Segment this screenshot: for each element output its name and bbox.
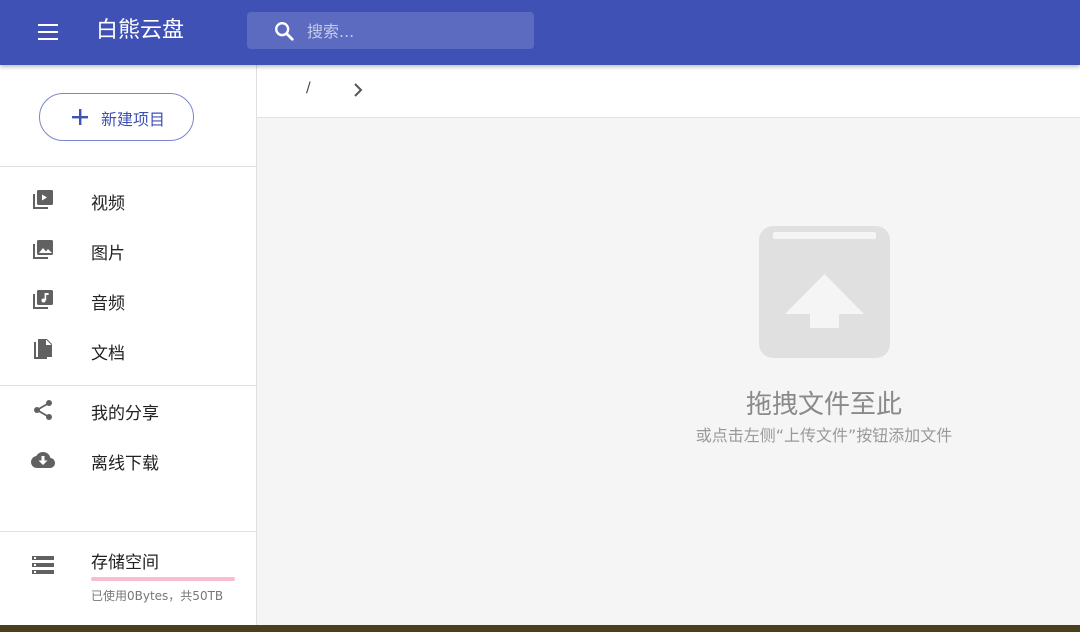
sidebar-item-label: 音频	[91, 294, 125, 314]
app-title: 白熊云盘	[96, 18, 185, 43]
photo-library-icon	[33, 240, 53, 259]
storage-icon	[32, 556, 54, 574]
breadcrumb-root[interactable]: /	[306, 80, 311, 96]
storage-progress-bar	[91, 577, 235, 581]
divider	[0, 531, 256, 532]
sidebar-item-label: 离线下载	[91, 454, 159, 474]
storage-usage-text: 已使用0Bytes，共50TB	[91, 589, 224, 603]
new-item-label: 新建项目	[101, 110, 166, 129]
sidebar-item-images[interactable]: 图片	[0, 225, 256, 275]
sidebar-item-label: 我的分享	[91, 404, 159, 424]
search-bar[interactable]	[247, 12, 534, 49]
chevron-right-icon[interactable]	[349, 81, 367, 99]
sidebar-item-offline-download[interactable]: 离线下载	[0, 435, 256, 485]
sidebar-item-my-shares[interactable]: 我的分享	[0, 385, 256, 435]
new-item-button[interactable]: 新建项目	[39, 93, 194, 141]
sidebar-item-label: 文档	[91, 344, 125, 364]
menu-icon[interactable]	[32, 20, 64, 44]
search-icon	[275, 22, 294, 41]
sidebar: 新建项目 视频 图片 音频 文档 我的分享 离线下载 存储空间 已使用0Byte…	[0, 65, 257, 625]
app-bar: 白熊云盘	[0, 0, 1080, 65]
video-library-icon	[33, 190, 53, 209]
upload-box-icon	[759, 226, 890, 358]
empty-state-subtitle: 或点击左侧“上传文件”按钮添加文件	[695, 426, 953, 445]
cloud-download-icon	[31, 451, 55, 468]
sidebar-item-audio[interactable]: 音频	[0, 275, 256, 325]
music-library-icon	[33, 290, 53, 309]
search-input[interactable]	[305, 18, 529, 44]
share-icon	[34, 400, 52, 420]
bottom-strip	[0, 625, 1080, 632]
divider	[0, 166, 256, 167]
sidebar-item-label: 图片	[91, 244, 125, 264]
sidebar-item-label: 视频	[91, 194, 125, 214]
plus-icon	[72, 109, 88, 125]
empty-state-title: 拖拽文件至此	[745, 390, 902, 420]
storage-title: 存储空间	[91, 553, 159, 573]
breadcrumb: /	[257, 65, 1080, 118]
sidebar-item-documents[interactable]: 文档	[0, 325, 256, 375]
file-copy-icon	[34, 339, 52, 359]
sidebar-item-video[interactable]: 视频	[0, 175, 256, 225]
